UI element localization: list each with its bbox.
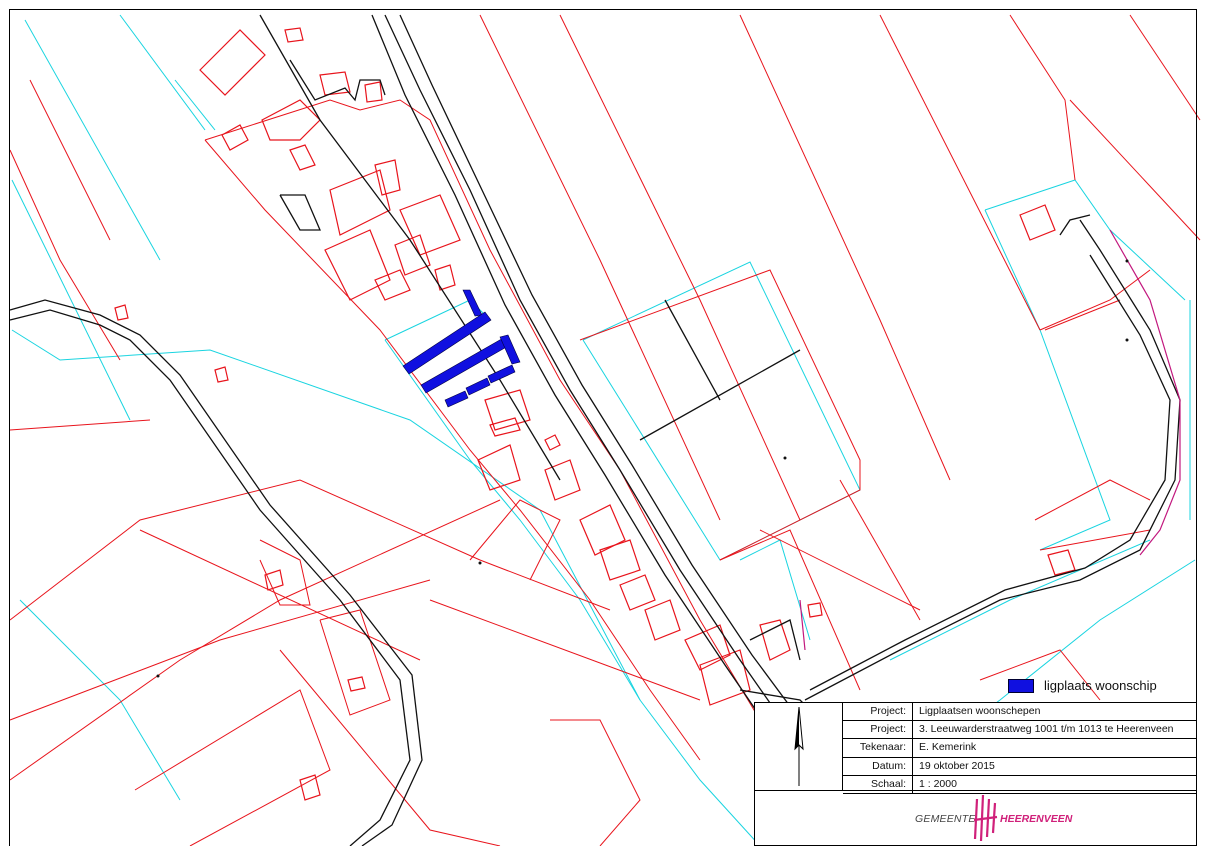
row-value: 3. Leeuwarderstraatweg 1001 t/m 1013 te … <box>919 723 1174 736</box>
legend: ligplaats woonschip <box>1008 678 1157 693</box>
north-arrow-panel <box>755 703 843 790</box>
municipality-logo: GEMEENTE HEERENVEEN <box>755 790 1196 847</box>
row-key: Tekenaar: <box>843 739 913 757</box>
logo-mark-icon <box>973 794 998 842</box>
legend-label: ligplaats woonschip <box>1044 678 1157 693</box>
municipal-boundary <box>799 229 1181 651</box>
row-value: 19 oktober 2015 <box>919 759 995 772</box>
title-block: Project: Ligplaatsen woonschepen Project… <box>754 702 1197 846</box>
row-key: Datum: <box>843 757 913 775</box>
logo-text-heerenveen: HEERENVEEN <box>1000 813 1073 825</box>
point-markers <box>156 259 1129 678</box>
title-row: Project: Ligplaatsen woonschepen <box>843 703 1197 722</box>
title-row: Tekenaar: E. Kemerink <box>843 739 1197 758</box>
row-key: Project: <box>843 703 913 721</box>
buildings <box>114 27 1076 801</box>
north-arrow-icon <box>794 706 804 786</box>
logo-text-gemeente: GEMEENTE <box>915 813 976 825</box>
legend-swatch <box>1008 678 1034 693</box>
title-rows: Project: Ligplaatsen woonschepen Project… <box>843 703 1197 794</box>
title-row: Datum: 19 oktober 2015 <box>843 757 1197 776</box>
row-value: E. Kemerink <box>919 741 977 754</box>
title-row: Project: 3. Leeuwarderstraatweg 1001 t/m… <box>843 721 1197 740</box>
row-key: Project: <box>843 721 913 739</box>
row-value: Ligplaatsen woonschepen <box>919 705 1041 717</box>
